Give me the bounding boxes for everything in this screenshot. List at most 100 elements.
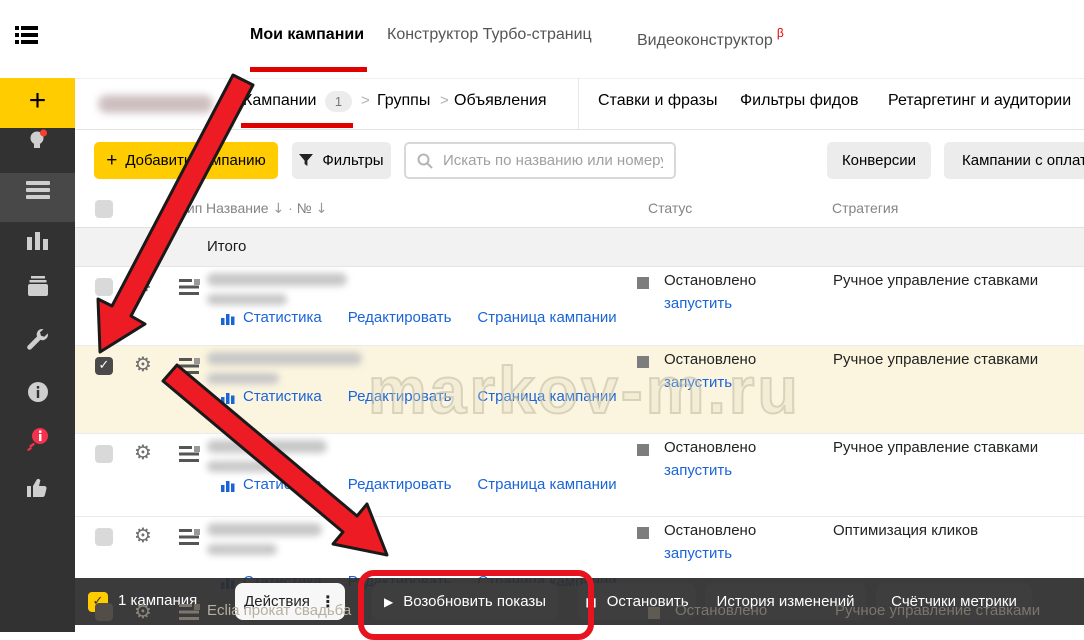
campaign-page-link[interactable]: Страница кампании [477, 476, 616, 493]
gear-icon[interactable]: ⚙ [134, 275, 152, 295]
table-row: ⚙ Статистика Редактировать Страница камп… [75, 267, 1084, 346]
tools-icon[interactable] [0, 328, 75, 357]
column-name[interactable]: Название ↓ · № ↓ [206, 200, 327, 217]
ideas-icon[interactable] [0, 129, 75, 156]
table-row-selected: ✓ ⚙ Статистика Редактировать Страница ка… [75, 346, 1084, 434]
breadcrumb-separator: > [361, 92, 370, 109]
search-box [404, 142, 676, 179]
select-all-checkbox[interactable] [95, 200, 113, 218]
status-label: Остановлено [664, 522, 756, 539]
table-header: Тип Название ↓ · № ↓ Статус Стратегия [75, 190, 1084, 228]
beta-badge: β [777, 26, 784, 40]
stop-button[interactable]: ■ Остановить [578, 583, 696, 620]
campaigns-list-icon[interactable] [0, 180, 75, 205]
stop-square-icon: ■ [585, 595, 596, 609]
gear-icon[interactable]: ⚙ [134, 354, 152, 374]
active-tab-underline [250, 67, 367, 72]
column-type[interactable]: Тип [179, 200, 202, 216]
row-checkbox[interactable] [95, 278, 113, 296]
tab-my-campaigns[interactable]: Мои кампании [250, 26, 364, 44]
start-link[interactable]: запустить [664, 462, 732, 479]
campaign-type-icon [179, 529, 201, 545]
search-icon [417, 153, 433, 169]
column-strategy[interactable]: Стратегия [832, 200, 898, 216]
edit-link[interactable]: Редактировать [348, 388, 452, 405]
conversions-button[interactable]: Конверсии [827, 142, 931, 179]
metrica-counters-button[interactable]: Счётчики метрики [876, 583, 1032, 620]
active-breadcrumb-underline [241, 123, 353, 128]
campaign-page-link[interactable]: Страница кампании [477, 309, 616, 326]
statistics-icon[interactable] [0, 230, 75, 255]
strategy-label: Оптимизация кликов [833, 522, 978, 539]
status-label: Остановлено [664, 439, 756, 456]
row-links: Статистика Редактировать Страница кампан… [221, 476, 617, 493]
tab-turbo-pages[interactable]: Конструктор Турбо-страниц [387, 26, 592, 44]
info-icon[interactable] [0, 381, 75, 408]
feedback-icon[interactable] [0, 478, 75, 503]
stats-chart-icon [221, 478, 235, 492]
row-checkbox[interactable] [95, 528, 113, 546]
tab-bids-phrases[interactable]: Ставки и фразы [598, 92, 717, 110]
tab-video-constructor[interactable]: Видеоконструкторβ [637, 26, 784, 50]
campaign-name-blurred[interactable] [207, 440, 327, 453]
tab-feed-filters[interactable]: Фильтры фидов [740, 92, 859, 110]
strategy-label: Ручное управление ставками [833, 439, 1038, 456]
row-checkbox-checked[interactable]: ✓ [95, 357, 113, 375]
stats-chart-icon [221, 311, 235, 325]
campaign-type-icon [179, 358, 201, 374]
status-label: Остановлено [664, 272, 756, 289]
breadcrumb-campaigns[interactable]: Кампании [243, 92, 317, 110]
strategy-label: Ручное управление ставками [833, 272, 1038, 289]
edit-link[interactable]: Редактировать [348, 476, 452, 493]
actions-button[interactable]: Действия ⋮ [235, 583, 345, 620]
search-input[interactable] [441, 151, 665, 170]
start-link[interactable]: запустить [664, 374, 732, 391]
row-checkbox[interactable] [95, 445, 113, 463]
breadcrumb-separator: > [440, 92, 449, 109]
chevron-down-icon[interactable] [218, 100, 232, 109]
selection-checkbox-checked[interactable]: ✓ [88, 592, 108, 612]
sort-down-icon[interactable]: ↓ [316, 201, 328, 217]
change-history-button[interactable]: История изменений [705, 583, 866, 620]
paid-campaigns-button[interactable]: Кампании с оплато [944, 142, 1084, 179]
kebab-menu-icon[interactable]: ⋮ [320, 592, 336, 611]
main-menu-icon[interactable] [15, 26, 45, 50]
table-row: ⚙ Статистика Редактировать Страница камп… [75, 434, 1084, 517]
campaign-id-blurred [207, 461, 283, 472]
documents-icon[interactable] [0, 276, 75, 301]
row-links: Статистика Редактировать Страница кампан… [221, 388, 617, 405]
strategy-label: Ручное управление ставками [833, 351, 1038, 368]
campaign-name-blurred[interactable] [207, 523, 322, 536]
campaigns-count-badge: 1 [325, 91, 352, 112]
add-campaign-sidebar-button[interactable]: + [0, 78, 75, 128]
breadcrumb-ads[interactable]: Объявления [454, 92, 547, 110]
total-label: Итого [207, 238, 246, 255]
left-sidebar: + [0, 78, 75, 632]
column-status[interactable]: Статус [648, 200, 692, 216]
statistics-link[interactable]: Статистика [243, 388, 322, 405]
gear-icon[interactable]: ⚙ [134, 442, 152, 462]
selection-action-bar: ✓ 1 кампания Действия ⋮ ▶ Возобновить по… [75, 578, 1084, 625]
campaign-page-link[interactable]: Страница кампании [477, 388, 616, 405]
resume-impressions-button[interactable]: ▶ Возобновить показы [372, 583, 558, 620]
news-icon[interactable] [0, 426, 75, 457]
tab-retargeting[interactable]: Ретаргетинг и аудитории [888, 92, 1084, 110]
stats-chart-icon [221, 390, 235, 404]
start-link[interactable]: запустить [664, 545, 732, 562]
stopped-square-icon [637, 444, 649, 456]
divider [578, 78, 579, 129]
statistics-link[interactable]: Статистика [243, 309, 322, 326]
campaign-id-blurred [207, 294, 287, 305]
gear-icon[interactable]: ⚙ [134, 525, 152, 545]
sort-down-icon[interactable]: ↓ [272, 201, 284, 217]
edit-link[interactable]: Редактировать [348, 309, 452, 326]
start-link[interactable]: запустить [664, 295, 732, 312]
filters-button[interactable]: Фильтры [292, 142, 391, 179]
divider [75, 129, 1084, 130]
add-campaign-button[interactable]: + Добавить кампанию [94, 142, 278, 179]
statistics-link[interactable]: Статистика [243, 476, 322, 493]
account-selector-blurred[interactable] [98, 95, 213, 113]
breadcrumb-groups[interactable]: Группы [377, 92, 430, 110]
campaign-name-blurred[interactable] [207, 273, 347, 286]
campaign-name-blurred[interactable] [207, 352, 362, 365]
